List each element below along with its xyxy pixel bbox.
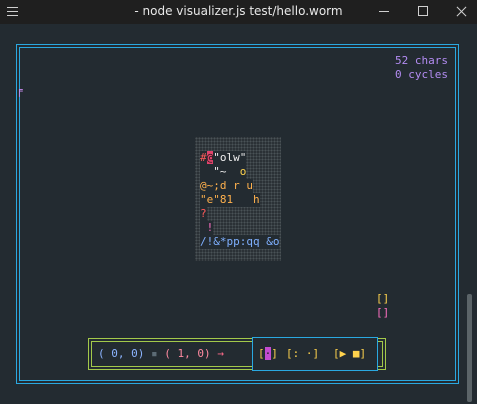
code-token: ! <box>200 221 214 234</box>
code-token: "e"81 h <box>200 193 260 206</box>
pause-button[interactable]: [: ·] <box>286 347 319 361</box>
code-token: @~;d r u <box>200 179 253 192</box>
code-line: ? <box>200 207 207 221</box>
step-button[interactable]: [·] <box>258 347 278 361</box>
position-readout: ( 0, 0) ▪ ( 1, 0) → <box>98 347 224 361</box>
scrollbar-thumb[interactable] <box>467 294 472 402</box>
direction-arrow-icon: → <box>217 347 224 360</box>
code-line: @~;d r u <box>200 179 253 193</box>
code-line: "~ o <box>200 165 247 179</box>
stats-panel: 52 chars 0 cycles <box>395 54 448 82</box>
position-from: ( 0, 0) <box>98 347 145 360</box>
code-line: ! <box>200 221 214 235</box>
code-token: # <box>200 151 207 164</box>
maximize-icon[interactable] <box>405 0 441 24</box>
bracket-marker-bottom: [] <box>376 306 390 319</box>
minimize-icon[interactable] <box>366 0 402 24</box>
code-token: "olw" <box>213 151 247 164</box>
chars-count: 52 chars <box>395 54 448 67</box>
code-token: o <box>239 165 247 178</box>
cycles-count: 0 cycles <box>395 68 448 81</box>
code-token: "~ <box>200 165 240 178</box>
close-icon[interactable] <box>444 0 477 24</box>
code-token: ? <box>200 207 207 220</box>
code-line: #@"olw" <box>200 151 247 165</box>
position-to: ( 1, 0) <box>164 347 211 360</box>
edge-marker: ╒ <box>16 84 23 97</box>
code-line: /!&*pp:qq &o <box>200 235 280 249</box>
code-line: "e"81 h <box>200 193 260 207</box>
window-titlebar: - node visualizer.js test/hello.worm <box>0 0 477 24</box>
separator-dot: ▪ <box>150 347 158 360</box>
play-stop-button[interactable]: [▶ ■] <box>333 347 366 361</box>
code-token: /!&*pp:qq &o <box>200 235 280 248</box>
bracket-marker-top: [] <box>376 292 390 305</box>
scrollbar[interactable] <box>463 24 477 404</box>
